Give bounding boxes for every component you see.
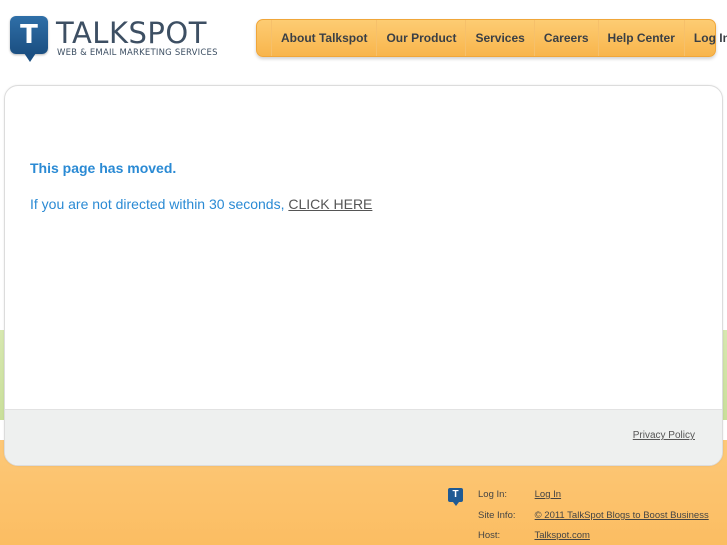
logo-badge-icon: T [10,16,48,62]
main-nav: About Talkspot Our Product Services Care… [256,19,727,57]
nav-item-services[interactable]: Services [465,20,533,56]
footer-row-login: Log In: Log In [478,489,561,500]
privacy-policy-link[interactable]: Privacy Policy [633,430,695,441]
content-panel: This page has moved. If you are not dire… [4,85,723,466]
footer-login-link[interactable]: Log In [535,489,561,500]
footer-label: Host: [478,530,501,541]
logo-tagline: WEB & EMAIL MARKETING SERVICES [57,48,218,58]
footer-row-site-info: Site Info: © 2011 TalkSpot Blogs to Boos… [478,510,709,521]
redirect-text: If you are not directed within 30 second… [30,196,289,212]
talkspot-logo[interactable]: T TALKSPOT WEB & EMAIL MARKETING SERVICE… [10,16,217,62]
footer-host-link[interactable]: Talkspot.com [534,530,589,541]
footer-copyright-link[interactable]: © 2011 TalkSpot Blogs to Boost Business [535,510,709,521]
footer-label: Log In: [478,489,508,500]
click-here-link[interactable]: CLICK HERE [288,196,372,212]
nav-item-log-in[interactable]: Log In [683,20,727,56]
nav-item-about[interactable]: About Talkspot [271,20,376,56]
logo-name: TALKSPOT [56,16,207,50]
talkspot-small-logo-icon: T [448,488,463,506]
redirect-message: If you are not directed within 30 second… [30,196,372,212]
footer-label: Site Info: [478,510,516,521]
page-moved-heading: This page has moved. [30,160,177,176]
footer-row-host: Host: Talkspot.com [478,530,590,541]
nav-item-help-center[interactable]: Help Center [597,20,684,56]
nav-item-product[interactable]: Our Product [376,20,465,56]
nav-item-careers[interactable]: Careers [533,20,598,56]
panel-footer: Privacy Policy [5,409,722,465]
logo-badge-letter: T [20,20,38,50]
